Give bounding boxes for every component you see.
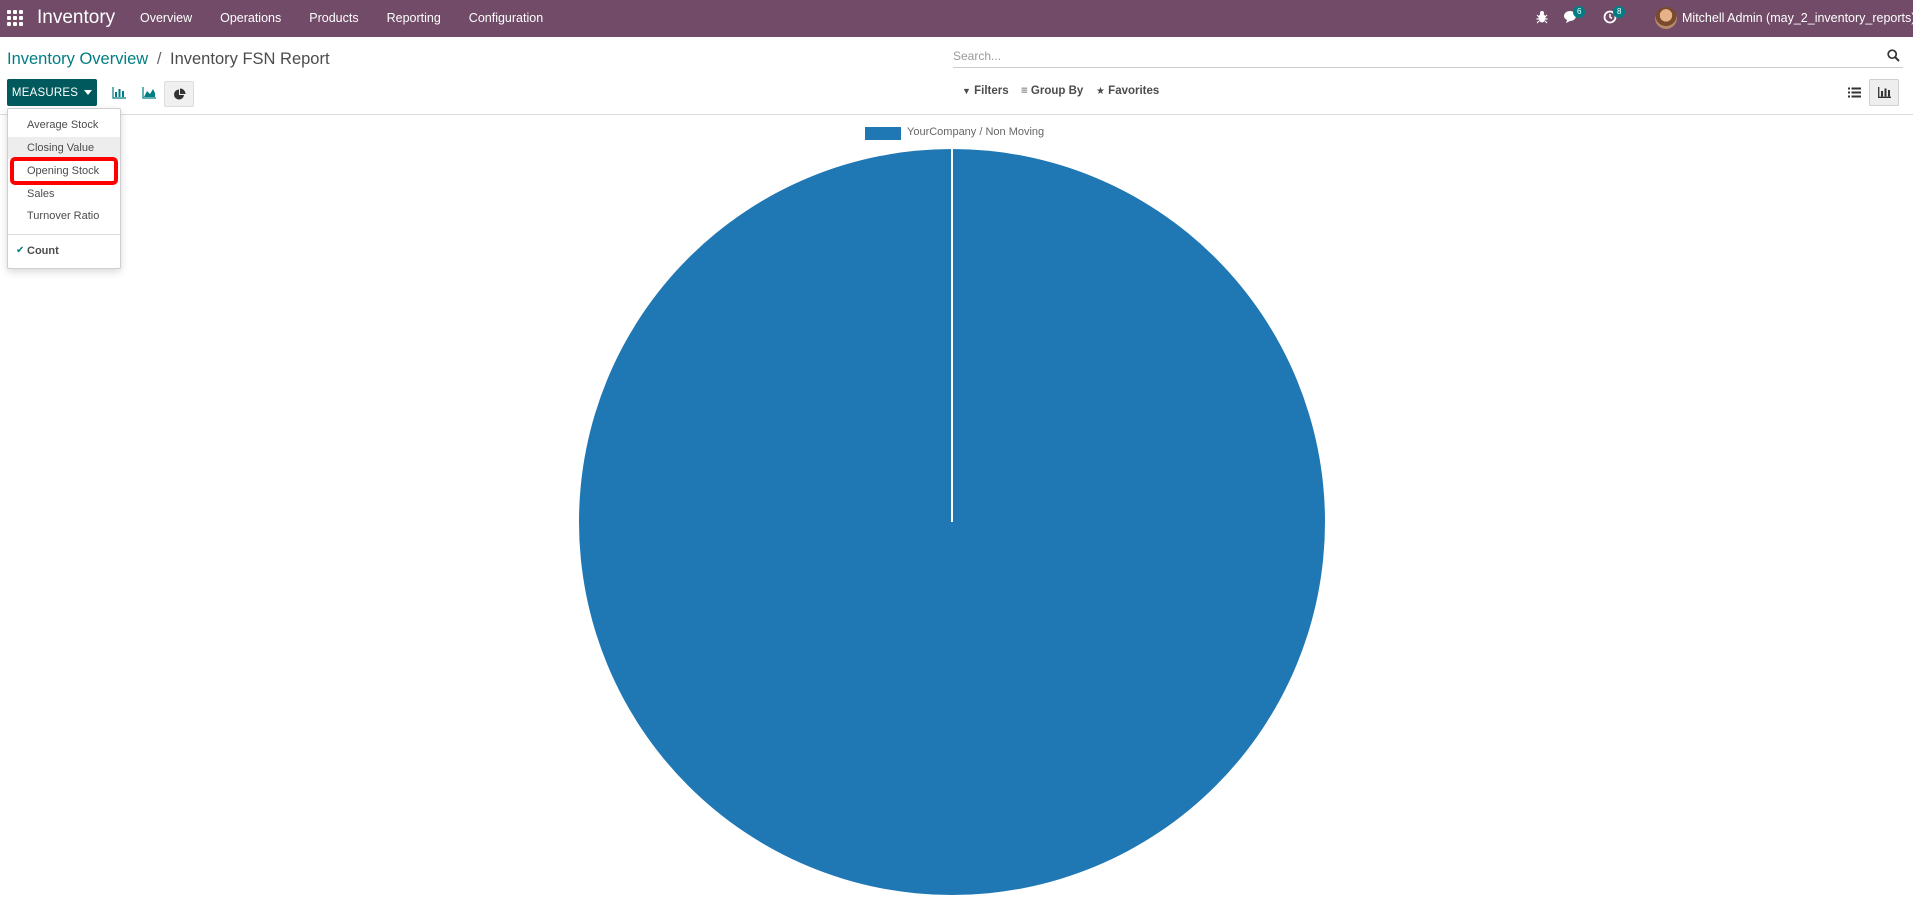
check-icon: ✔ — [16, 245, 25, 256]
measure-average-stock[interactable]: Average Stock — [8, 114, 120, 136]
measures-dropdown: Average Stock Closing Value Opening Stoc… — [7, 108, 121, 269]
measure-closing-value[interactable]: Closing Value — [8, 137, 120, 159]
measure-opening-stock[interactable]: Opening Stock — [8, 160, 120, 182]
dropdown-divider — [8, 234, 120, 235]
measure-sales[interactable]: Sales — [8, 183, 120, 205]
pie-chart — [579, 149, 1325, 895]
measure-count[interactable]: ✔ Count — [8, 240, 120, 262]
measure-count-label: Count — [27, 245, 59, 257]
measure-turnover-ratio[interactable]: Turnover Ratio — [8, 205, 120, 227]
